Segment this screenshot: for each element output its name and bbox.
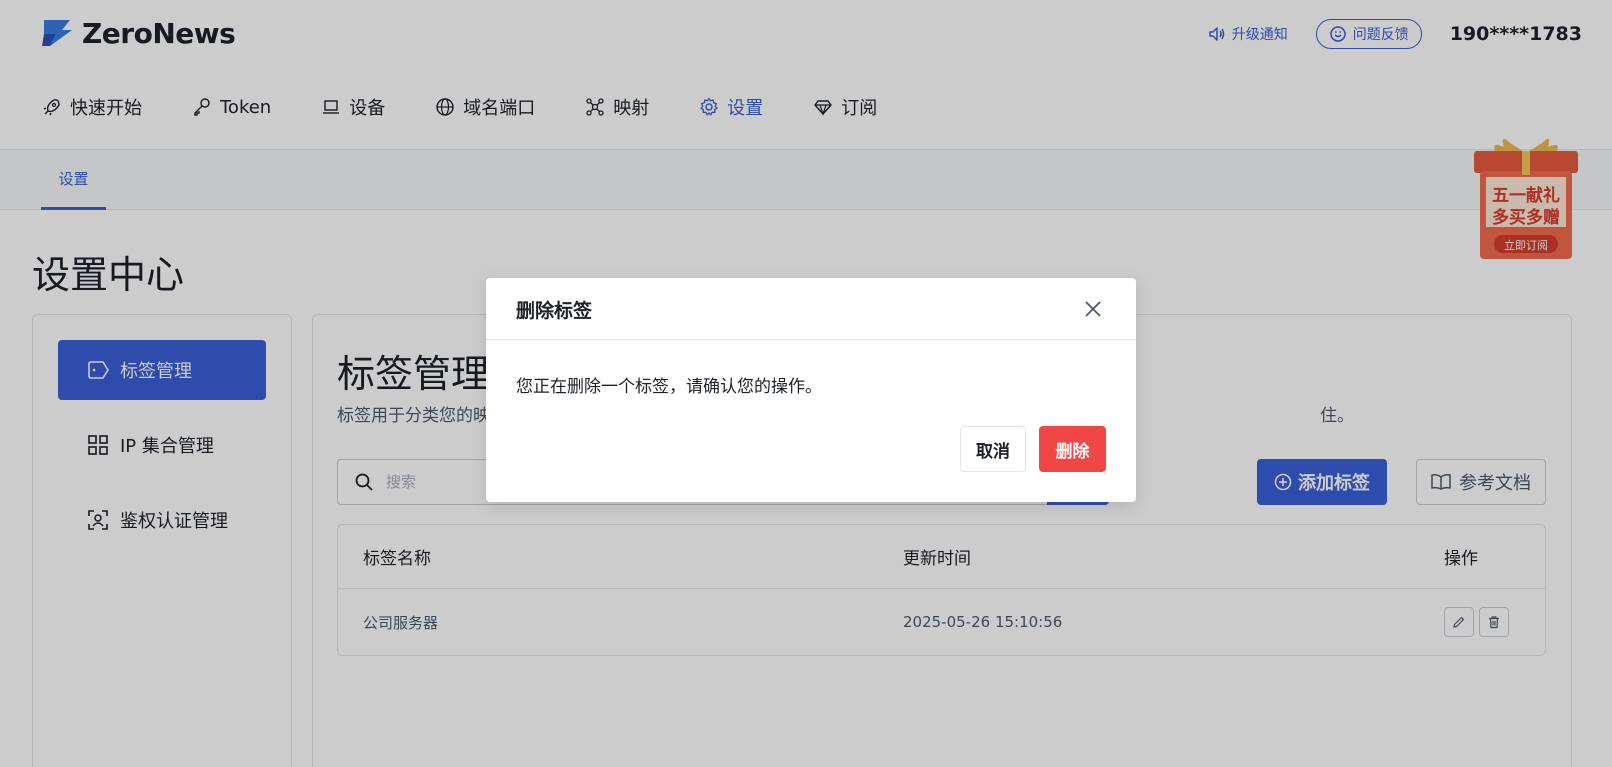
dialog-header: 删除标签 [486,278,1136,340]
close-icon [1085,301,1101,317]
close-button[interactable] [1082,298,1104,320]
confirm-delete-button[interactable]: 删除 [1039,426,1106,472]
dialog-title: 删除标签 [516,300,593,322]
cancel-button[interactable]: 取消 [960,426,1026,472]
dialog-message: 您正在删除一个标签，请确认您的操作。 [516,377,822,397]
delete-tag-dialog: 删除标签 您正在删除一个标签，请确认您的操作。 取消 删除 [486,278,1136,502]
